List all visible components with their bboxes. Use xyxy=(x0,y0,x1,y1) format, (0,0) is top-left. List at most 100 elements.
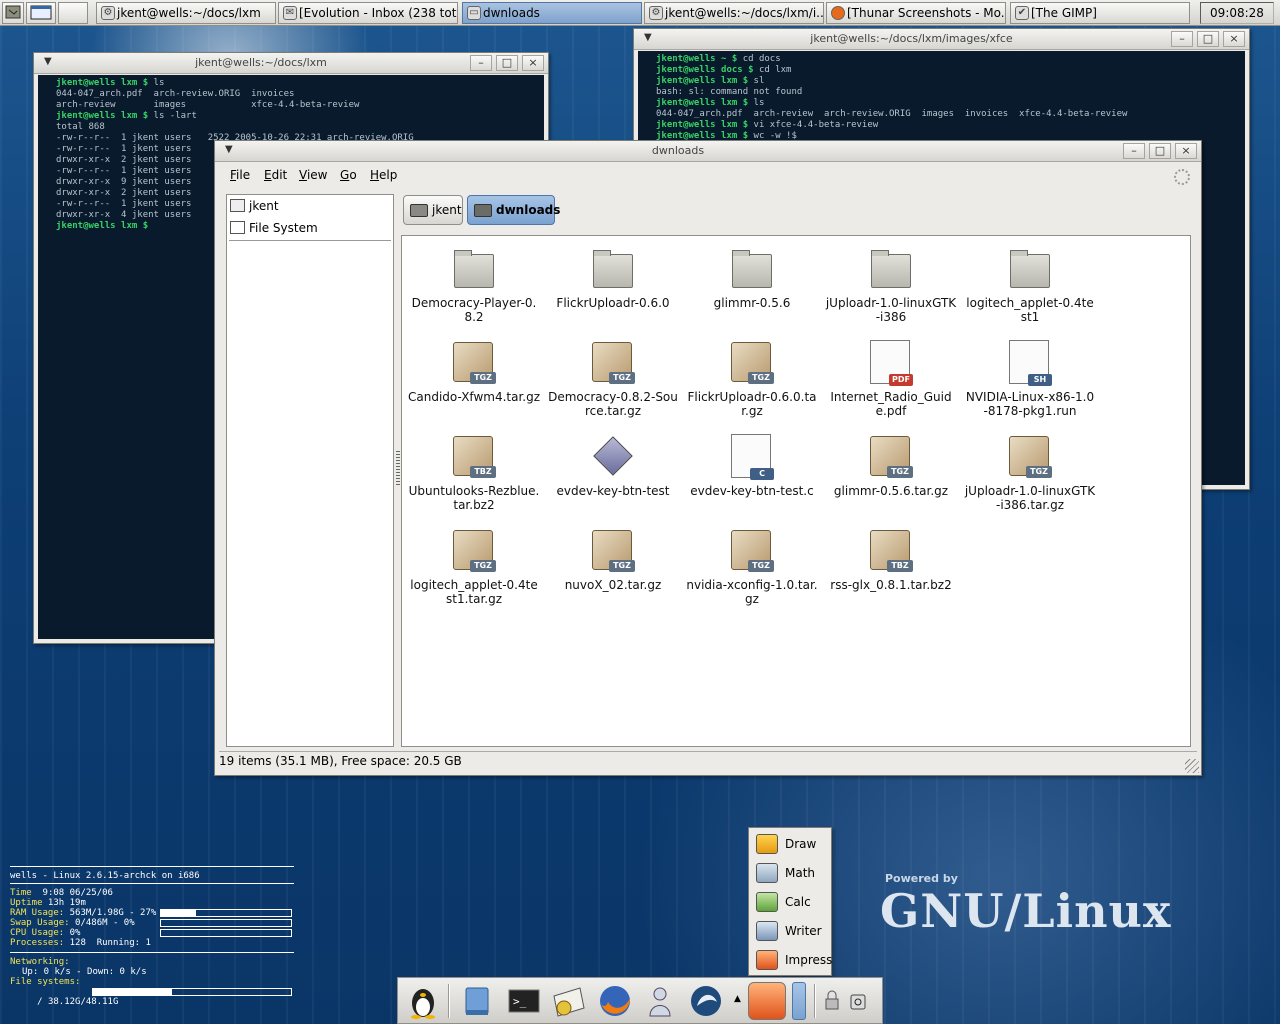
file-type-badge: TGZ xyxy=(470,372,496,384)
file-item[interactable]: Cevdev-key-btn-test.c xyxy=(686,430,818,520)
terminal-icon[interactable]: >_ xyxy=(505,982,543,1020)
menu-item-math[interactable]: Math xyxy=(751,859,831,887)
launcher-menu-toggle[interactable] xyxy=(792,982,806,1020)
file-name: jUploadr-1.0-linuxGTK-i386.tar.gz xyxy=(964,484,1096,512)
window-menu-icon[interactable]: ▼ xyxy=(225,144,233,155)
icon-view[interactable]: Democracy-Player-0.8.2 FlickrUploadr-0.6.… xyxy=(401,235,1191,747)
maximize-button[interactable]: □ xyxy=(1197,31,1219,47)
window-title: jkent@wells:~/docs/lxm xyxy=(195,56,327,69)
mail-icon[interactable] xyxy=(550,982,588,1020)
show-desktop-button[interactable] xyxy=(26,2,56,24)
archive-icon: TBZ xyxy=(870,530,913,572)
menu-go[interactable]: Go xyxy=(340,168,357,182)
close-button[interactable]: × xyxy=(1223,31,1245,47)
terminal-text: ls -lart xyxy=(153,111,197,121)
task-terminal-lxm[interactable]: ⚙ jkent@wells:~/docs/lxm xyxy=(96,2,276,24)
gear-icon: ⚙ xyxy=(649,6,663,20)
folder-item[interactable]: logitech_applet-0.4test1 xyxy=(964,242,1096,332)
minimize-button[interactable]: – xyxy=(1171,31,1193,47)
power-icon[interactable] xyxy=(848,982,868,1020)
folder-item[interactable]: Democracy-Player-0.8.2 xyxy=(408,242,540,332)
file-type-badge: TGZ xyxy=(609,372,635,384)
titlebar[interactable]: ▼ dwnloads – □ × xyxy=(215,141,1201,162)
file-item[interactable]: TGZ Candido-Xfwm4.tar.gz xyxy=(408,336,540,426)
file-item[interactable]: TBZ Ubuntulooks-Rezblue.tar.bz2 xyxy=(408,430,540,520)
lock-icon[interactable] xyxy=(822,982,842,1020)
minimize-button[interactable]: – xyxy=(470,55,492,71)
menu-item-writer[interactable]: Writer xyxy=(751,917,831,945)
desktop-icon xyxy=(30,5,52,20)
user-icon[interactable] xyxy=(641,982,679,1020)
file-item[interactable]: TGZ logitech_applet-0.4test1.tar.gz xyxy=(408,524,540,614)
file-item[interactable]: TBZ rss-glx_0.8.1.tar.bz2 xyxy=(825,524,957,614)
monitor-row: CPU Usage: 0% xyxy=(10,928,294,938)
file-type-badge: TGZ xyxy=(470,560,496,572)
folder-item[interactable]: jUploadr-1.0-linuxGTK-i386 xyxy=(825,242,957,332)
gimp-icon: ✔ xyxy=(1015,6,1029,20)
monitor-value: 13h 19m xyxy=(42,898,86,908)
menu-item-calc[interactable]: Calc xyxy=(751,888,831,916)
titlebar[interactable]: ▼ jkent@wells:~/docs/lxm – □ × xyxy=(34,53,548,74)
divider xyxy=(10,866,294,867)
maximize-button[interactable]: □ xyxy=(496,55,518,71)
openoffice-icon[interactable] xyxy=(748,982,786,1020)
file-item[interactable]: SH NVIDIA-Linux-x86-1.0-8178-pkg1.run xyxy=(964,336,1096,426)
calc-icon xyxy=(756,892,778,912)
file-type-badge: PDF xyxy=(889,374,913,386)
mixer-icon[interactable] xyxy=(687,982,725,1020)
resize-grip[interactable] xyxy=(1185,759,1199,773)
menu-view[interactable]: View xyxy=(299,168,327,182)
titlebar[interactable]: ▼ jkent@wells:~/docs/lxm/images/xfce – □… xyxy=(634,29,1249,50)
terminal-line: total 868 xyxy=(56,122,526,133)
monitor-value: 0% xyxy=(64,928,81,938)
folder-icon xyxy=(1010,250,1050,288)
window-menu-icon[interactable]: ▼ xyxy=(644,32,652,43)
maximize-button[interactable]: □ xyxy=(1149,143,1171,159)
file-item[interactable]: PDF Internet_Radio_Guide.pdf xyxy=(825,336,957,426)
path-button-dwnloads[interactable]: dwnloads xyxy=(467,195,560,225)
file-manager-window[interactable]: ▼ dwnloads – □ × File Edit View Go Help … xyxy=(214,140,1202,776)
sidebar-item-filesystem[interactable]: File System xyxy=(229,218,391,238)
task-firefox[interactable]: [Thunar Screenshots - Mo... xyxy=(826,2,1006,24)
folder-item[interactable]: glimmr-0.5.6 xyxy=(686,242,818,332)
folder-item[interactable]: FlickrUploadr-0.6.0 xyxy=(547,242,679,332)
menu-item-label: Math xyxy=(785,866,816,880)
menu-item-impress[interactable]: Impress xyxy=(751,946,832,974)
xfce-menu-button[interactable] xyxy=(2,2,24,24)
terminal-line: jkent@wells lxm $ vi xfce-4.4-beta-revie… xyxy=(656,120,1227,131)
firefox-icon[interactable] xyxy=(596,982,634,1020)
menu-file[interactable]: File xyxy=(230,168,250,182)
expand-arrow-icon[interactable]: ▲ xyxy=(734,994,741,1004)
minimize-button[interactable]: – xyxy=(1123,143,1145,159)
file-name: nvidia-xconfig-1.0.tar.gz xyxy=(686,578,818,606)
file-type-badge: TGZ xyxy=(887,466,913,478)
workspace-switcher[interactable] xyxy=(58,2,88,24)
menu-item-draw[interactable]: Draw xyxy=(751,830,831,858)
menu-edit[interactable]: Edit xyxy=(264,168,287,182)
path-button-jkent[interactable]: jkent xyxy=(403,195,463,225)
archive-icon: TGZ xyxy=(592,342,635,384)
file-item[interactable]: TGZ nuvoX_02.tar.gz xyxy=(547,524,679,614)
sidebar-item-jkent[interactable]: jkent xyxy=(229,196,391,216)
file-item[interactable]: TGZ jUploadr-1.0-linuxGTK-i386.tar.gz xyxy=(964,430,1096,520)
file-item[interactable]: TGZ glimmr-0.5.6.tar.gz xyxy=(825,430,957,520)
menu-help[interactable]: Help xyxy=(370,168,397,182)
file-item[interactable]: TGZ nvidia-xconfig-1.0.tar.gz xyxy=(686,524,818,614)
close-button[interactable]: × xyxy=(1175,143,1197,159)
file-item[interactable]: evdev-key-btn-test xyxy=(547,430,679,520)
file-manager-icon[interactable] xyxy=(458,982,496,1020)
window-menu-icon[interactable]: ▼ xyxy=(44,56,52,67)
shell-prompt: jkent@wells lxm $ xyxy=(656,76,754,86)
task-terminal-xfce[interactable]: ⚙ jkent@wells:~/docs/lxm/i... xyxy=(644,2,824,24)
task-gimp[interactable]: ✔ [The GIMP] xyxy=(1010,2,1190,24)
clock[interactable]: 09:08:28 PM xyxy=(1200,2,1274,40)
file-item[interactable]: TGZ FlickrUploadr-0.6.0.tar.gz xyxy=(686,336,818,426)
file-item[interactable]: TGZ Democracy-0.8.2-Source.tar.gz xyxy=(547,336,679,426)
folder-icon xyxy=(454,250,494,288)
document-icon: SH xyxy=(1009,340,1052,386)
pane-splitter[interactable] xyxy=(396,451,400,487)
tux-penguin-icon[interactable] xyxy=(404,982,442,1020)
task-evolution[interactable]: ✉ [Evolution - Inbox (238 tota... xyxy=(278,2,458,24)
close-button[interactable]: × xyxy=(522,55,544,71)
task-dwnloads[interactable]: ▭ dwnloads xyxy=(462,2,642,24)
